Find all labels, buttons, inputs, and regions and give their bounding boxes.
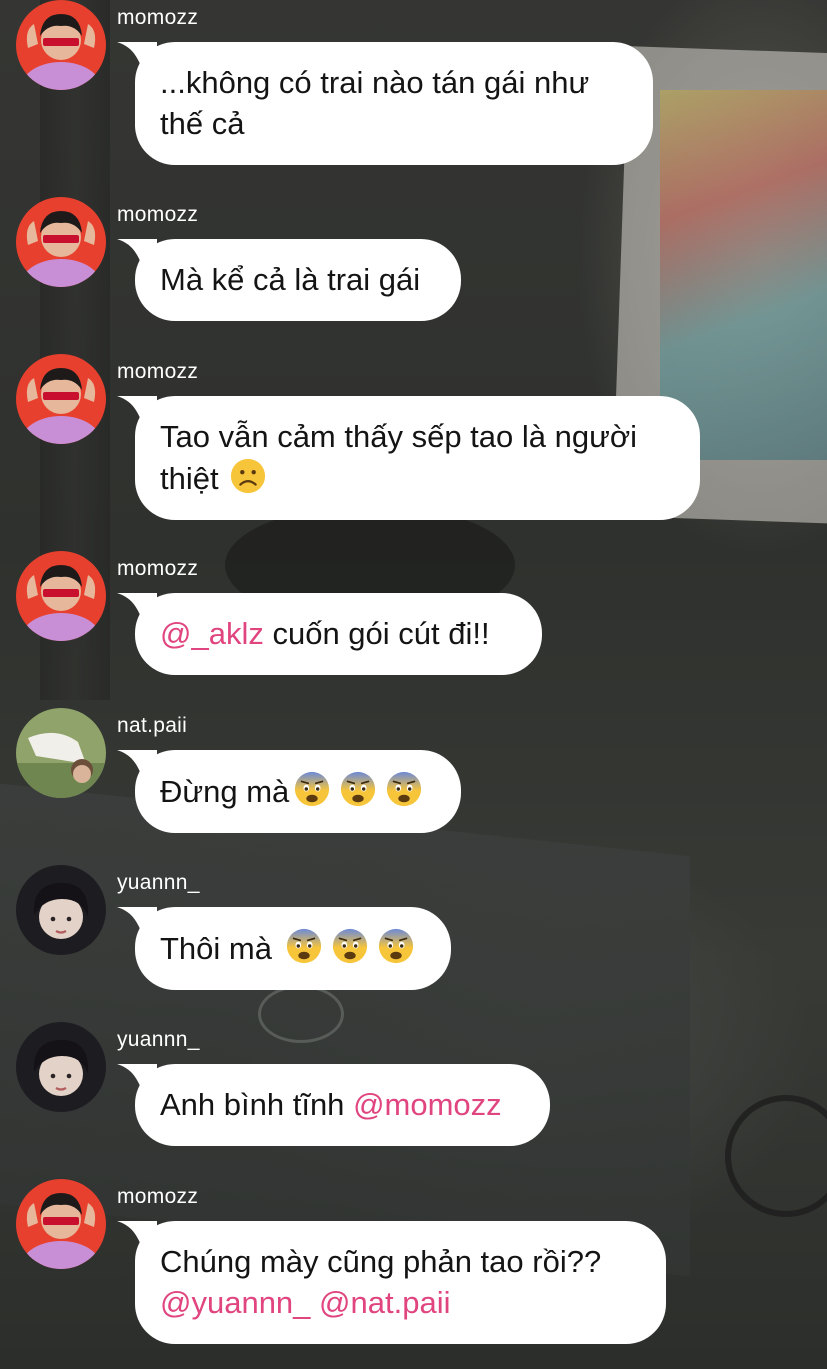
message-bubble[interactable]: Chúng mày cũng phản tao rồi?? @yuannn_ @… <box>135 1221 666 1344</box>
fearful-face-emoji <box>378 928 413 964</box>
fearful-face-emoji <box>387 771 422 807</box>
message-text: thế cả <box>160 106 245 141</box>
message-bubble[interactable]: @_aklz cuốn gói cút đi!! <box>135 593 542 675</box>
message-text: Mà kể cả là trai gái <box>160 262 421 297</box>
message-bubble[interactable]: Anh bình tĩnh @momozz <box>135 1064 550 1146</box>
message-username[interactable]: momozz <box>117 203 198 227</box>
message-line: thiệt <box>160 457 674 499</box>
avatar-nat-paii[interactable] <box>16 708 106 798</box>
message-text: Tao vẫn cảm thấy sếp tao là người <box>160 419 638 454</box>
message-line: Thôi mà <box>160 927 425 969</box>
message-username[interactable]: momozz <box>117 1185 198 1209</box>
fearful-face-emoji <box>295 771 330 807</box>
mention-link[interactable]: @momozz <box>353 1087 502 1122</box>
chat-thread: momozz ...không có trai nào tán gái như … <box>0 0 827 1369</box>
message-username[interactable]: momozz <box>117 6 198 30</box>
avatar-momozz[interactable] <box>16 551 106 641</box>
message-username[interactable]: momozz <box>117 557 198 581</box>
message-line: Anh bình tĩnh @momozz <box>160 1084 524 1125</box>
message-text: Anh bình tĩnh <box>160 1087 345 1122</box>
message-username[interactable]: nat.paii <box>117 714 187 738</box>
avatar-yuannn[interactable] <box>16 865 106 955</box>
fearful-face-emoji <box>341 771 376 807</box>
message-bubble[interactable]: Mà kể cả là trai gái <box>135 239 461 321</box>
avatar-momozz[interactable] <box>16 354 106 444</box>
message-username[interactable]: yuannn_ <box>117 1028 200 1052</box>
avatar-momozz[interactable] <box>16 0 106 90</box>
avatar-momozz[interactable] <box>16 1179 106 1269</box>
message-bubble[interactable]: Tao vẫn cảm thấy sếp tao là người thiệt <box>135 396 700 520</box>
emoji-group <box>289 771 427 809</box>
mention-link[interactable]: @yuannn_ <box>160 1285 310 1320</box>
message-bubble[interactable]: Thôi mà <box>135 907 451 990</box>
fearful-face-emoji <box>286 928 321 964</box>
message-username[interactable]: yuannn_ <box>117 871 200 895</box>
frowning-face-emoji <box>230 458 265 494</box>
message-text: Thôi mà <box>160 931 272 966</box>
mention-link[interactable]: @nat.paii <box>319 1285 450 1320</box>
message-username[interactable]: momozz <box>117 360 198 384</box>
emoji-group <box>281 928 419 966</box>
message-text: thiệt <box>160 461 219 496</box>
message-text: Đừng mà <box>160 774 290 809</box>
fearful-face-emoji <box>332 928 367 964</box>
message-line: Đừng mà <box>160 770 435 812</box>
message-line: @yuannn_ @nat.paii <box>160 1282 640 1323</box>
mention-link[interactable]: @_aklz <box>160 616 264 651</box>
message-text: ...không có trai nào tán gái như <box>160 65 590 100</box>
message-text: cuốn gói cút đi!! <box>272 616 490 651</box>
message-line: @_aklz cuốn gói cút đi!! <box>160 613 516 654</box>
message-bubble[interactable]: Đừng mà <box>135 750 461 833</box>
message-text: Chúng mày cũng phản tao rồi?? <box>160 1244 602 1279</box>
avatar-yuannn[interactable] <box>16 1022 106 1112</box>
avatar-momozz[interactable] <box>16 197 106 287</box>
message-bubble[interactable]: ...không có trai nào tán gái như thế cả <box>135 42 653 165</box>
